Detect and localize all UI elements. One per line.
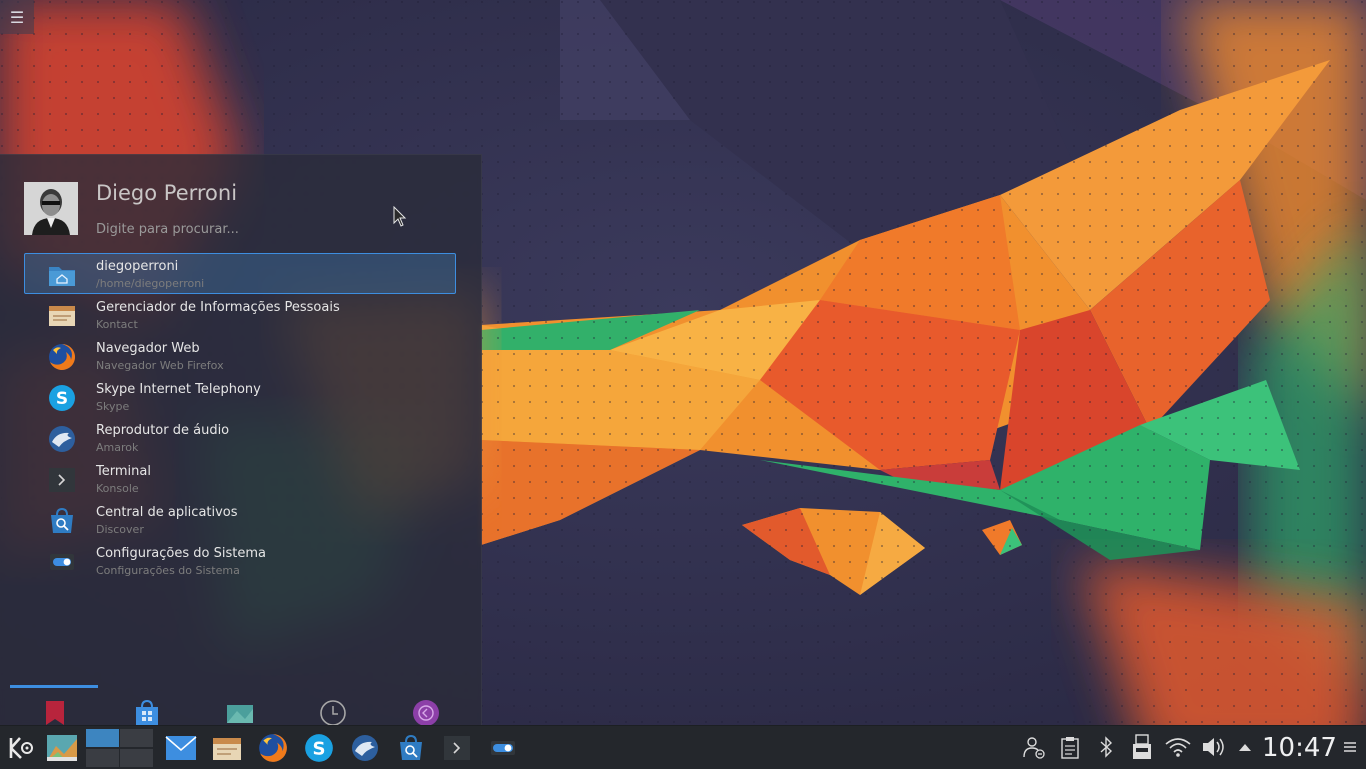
hamburger-menu-icon: ☰: [9, 7, 25, 27]
result-title: Navegador Web: [96, 341, 200, 356]
active-tab-indicator: [10, 685, 98, 688]
kontact-icon: [213, 738, 241, 760]
user-avatar[interactable]: [24, 182, 78, 235]
user-name: Diego Perroni: [96, 181, 238, 205]
result-subtitle: Configurações do Sistema: [96, 564, 240, 577]
applications-bag-icon[interactable]: [132, 699, 162, 725]
home-folder-icon: [49, 267, 75, 286]
leave-icon[interactable]: [411, 699, 441, 725]
terminal-launcher[interactable]: [439, 730, 475, 766]
mouse-cursor: [393, 206, 407, 227]
desktop-2[interactable]: [120, 729, 153, 747]
list-item[interactable]: Navegador Web Navegador Web Firefox: [24, 335, 456, 376]
result-subtitle: Amarok: [96, 441, 139, 454]
amarok-icon: [49, 426, 75, 452]
result-title: Configurações do Sistema: [96, 546, 266, 561]
wifi-icon: [1165, 738, 1191, 757]
result-title: diegoperroni: [96, 259, 179, 274]
firefox-launcher[interactable]: [255, 730, 291, 766]
result-list: diegoperroni /home/diegoperroni Gerencia…: [24, 253, 456, 581]
clipboard-icon: [1061, 737, 1079, 759]
skype-icon: S: [49, 385, 75, 411]
user-switch-tray[interactable]: [1019, 732, 1049, 762]
firefox-icon: [259, 734, 287, 762]
firefox-icon: [49, 344, 75, 370]
kontact-icon: [49, 306, 75, 326]
expand-tray-icon: [1239, 744, 1251, 751]
show-desktop-button[interactable]: [44, 730, 80, 766]
system-settings-launcher[interactable]: [485, 730, 521, 766]
result-subtitle: /home/diegoperroni: [96, 277, 205, 290]
volume-tray[interactable]: [1199, 732, 1229, 762]
skype-icon: S: [305, 734, 333, 762]
list-item[interactable]: Terminal Konsole: [24, 458, 456, 499]
application-launcher: Diego Perroni diegoperroni /home/diegope…: [0, 154, 482, 725]
virtual-desktop-pager[interactable]: [85, 728, 153, 767]
list-item[interactable]: diegoperroni /home/diegoperroni: [24, 253, 456, 294]
desktop-1[interactable]: [86, 729, 119, 747]
result-title: Gerenciador de Informações Pessoais: [96, 300, 340, 315]
favorites-bookmark-icon[interactable]: [40, 699, 70, 725]
taskbar-panel: S 10:47: [0, 725, 1366, 769]
skype-launcher[interactable]: S: [301, 730, 337, 766]
expand-tray-button[interactable]: [1233, 732, 1257, 762]
digital-clock[interactable]: 10:47: [1262, 730, 1337, 766]
desktop-4[interactable]: [120, 749, 153, 767]
show-desktop-icon: [47, 735, 77, 761]
computer-icon[interactable]: [225, 699, 255, 725]
system-settings-icon: [50, 554, 74, 570]
panel-menu-icon: [1344, 742, 1356, 752]
amarok-icon: [352, 735, 378, 761]
result-title: Skype Internet Telephony: [96, 382, 261, 397]
terminal-icon: [444, 736, 470, 760]
bluetooth-tray[interactable]: [1091, 732, 1121, 762]
svg-text:S: S: [56, 389, 68, 409]
result-subtitle: Navegador Web Firefox: [96, 359, 224, 372]
desktop-3[interactable]: [86, 749, 119, 767]
clipboard-tray[interactable]: [1055, 732, 1085, 762]
volume-icon: [1203, 738, 1224, 756]
panel-options-button[interactable]: [1338, 732, 1362, 762]
amarok-launcher[interactable]: [347, 730, 383, 766]
result-title: Central de aplicativos: [96, 505, 238, 520]
discover-launcher[interactable]: [393, 730, 429, 766]
bluetooth-icon: [1100, 736, 1113, 758]
terminal-icon: [49, 468, 75, 492]
system-settings-icon: [491, 741, 515, 755]
list-item[interactable]: Reprodutor de áudio Amarok: [24, 417, 456, 458]
application-menu-button[interactable]: [2, 730, 38, 766]
desktop-toolbox-button[interactable]: ☰: [0, 0, 34, 34]
list-item[interactable]: Configurações do Sistema Configurações d…: [24, 540, 456, 581]
kde-menu-icon: [9, 737, 33, 759]
usb-device-tray[interactable]: [1127, 732, 1157, 762]
wifi-tray[interactable]: [1163, 732, 1193, 762]
result-subtitle: Discover: [96, 523, 144, 536]
list-item[interactable]: Central de aplicativos Discover: [24, 499, 456, 540]
discover-icon: [400, 734, 422, 760]
result-subtitle: Kontact: [96, 318, 138, 331]
svg-text:S: S: [312, 738, 325, 759]
history-clock-icon[interactable]: [318, 699, 348, 725]
user-switch-icon: [1023, 737, 1045, 759]
kontact-launcher[interactable]: [209, 730, 245, 766]
result-title: Reprodutor de áudio: [96, 423, 230, 438]
result-subtitle: Skype: [96, 400, 130, 413]
result-title: Terminal: [96, 464, 151, 479]
result-subtitle: Konsole: [96, 482, 139, 495]
launcher-tab-bar: [0, 695, 481, 725]
discover-icon: [51, 507, 73, 533]
list-item[interactable]: Gerenciador de Informações Pessoais Kont…: [24, 294, 456, 335]
usb-device-icon: [1133, 734, 1151, 759]
list-item[interactable]: S Skype Internet Telephony Skype: [24, 376, 456, 417]
mail-launcher[interactable]: [163, 730, 199, 766]
mail-icon: [165, 736, 197, 760]
